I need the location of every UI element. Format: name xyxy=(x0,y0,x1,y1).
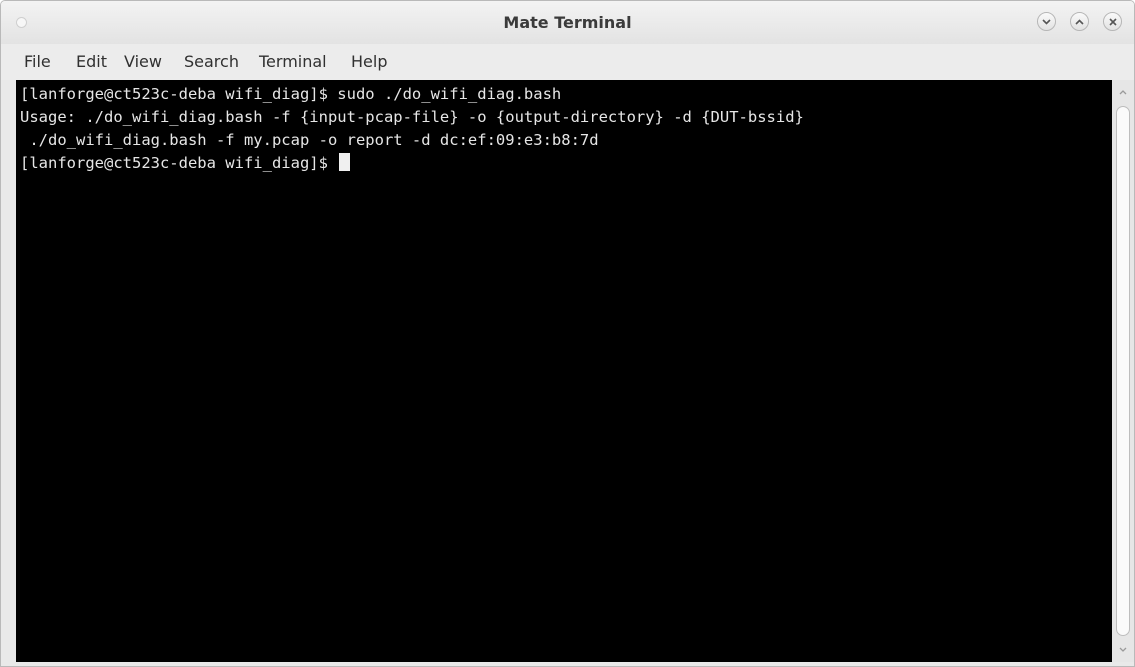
menu-search[interactable]: Search xyxy=(184,44,239,80)
menu-file[interactable]: File xyxy=(24,44,51,80)
close-icon xyxy=(1108,17,1117,26)
terminal-line: ./do_wifi_diag.bash -f my.pcap -o report… xyxy=(20,131,599,149)
arrow-up-icon[interactable] xyxy=(1118,88,1128,96)
vertical-scrollbar[interactable] xyxy=(1112,80,1134,662)
text-cursor xyxy=(339,153,351,171)
chevron-up-icon xyxy=(1075,18,1084,25)
window-frame-left xyxy=(1,80,16,666)
close-button[interactable] xyxy=(1103,12,1122,31)
menu-help[interactable]: Help xyxy=(351,44,387,80)
terminal-line: Usage: ./do_wifi_diag.bash -f {input-pca… xyxy=(20,108,804,126)
minimize-button[interactable] xyxy=(1037,12,1056,31)
terminal-output[interactable]: [lanforge@ct523c-deba wifi_diag]$ sudo .… xyxy=(16,80,1112,662)
terminal-line: [lanforge@ct523c-deba wifi_diag]$ sudo .… xyxy=(20,85,562,103)
window-frame-bottom xyxy=(1,662,1134,666)
window-title: Mate Terminal xyxy=(503,13,632,32)
maximize-button[interactable] xyxy=(1070,12,1089,31)
chevron-down-icon xyxy=(1042,18,1051,25)
menu-view[interactable]: View xyxy=(124,44,162,80)
terminal-window: Mate Terminal File Edit View Search Term… xyxy=(0,0,1135,667)
terminal-prompt-line[interactable]: [lanforge@ct523c-deba wifi_diag]$ xyxy=(20,152,351,175)
scrollbar-thumb[interactable] xyxy=(1116,106,1130,636)
menu-terminal[interactable]: Terminal xyxy=(259,44,327,80)
arrow-down-icon[interactable] xyxy=(1118,646,1128,654)
menu-edit[interactable]: Edit xyxy=(76,44,107,80)
menu-bar: File Edit View Search Terminal Help xyxy=(1,44,1134,80)
terminal-prompt: [lanforge@ct523c-deba wifi_diag]$ xyxy=(20,154,338,172)
title-bar[interactable]: Mate Terminal xyxy=(1,1,1134,44)
